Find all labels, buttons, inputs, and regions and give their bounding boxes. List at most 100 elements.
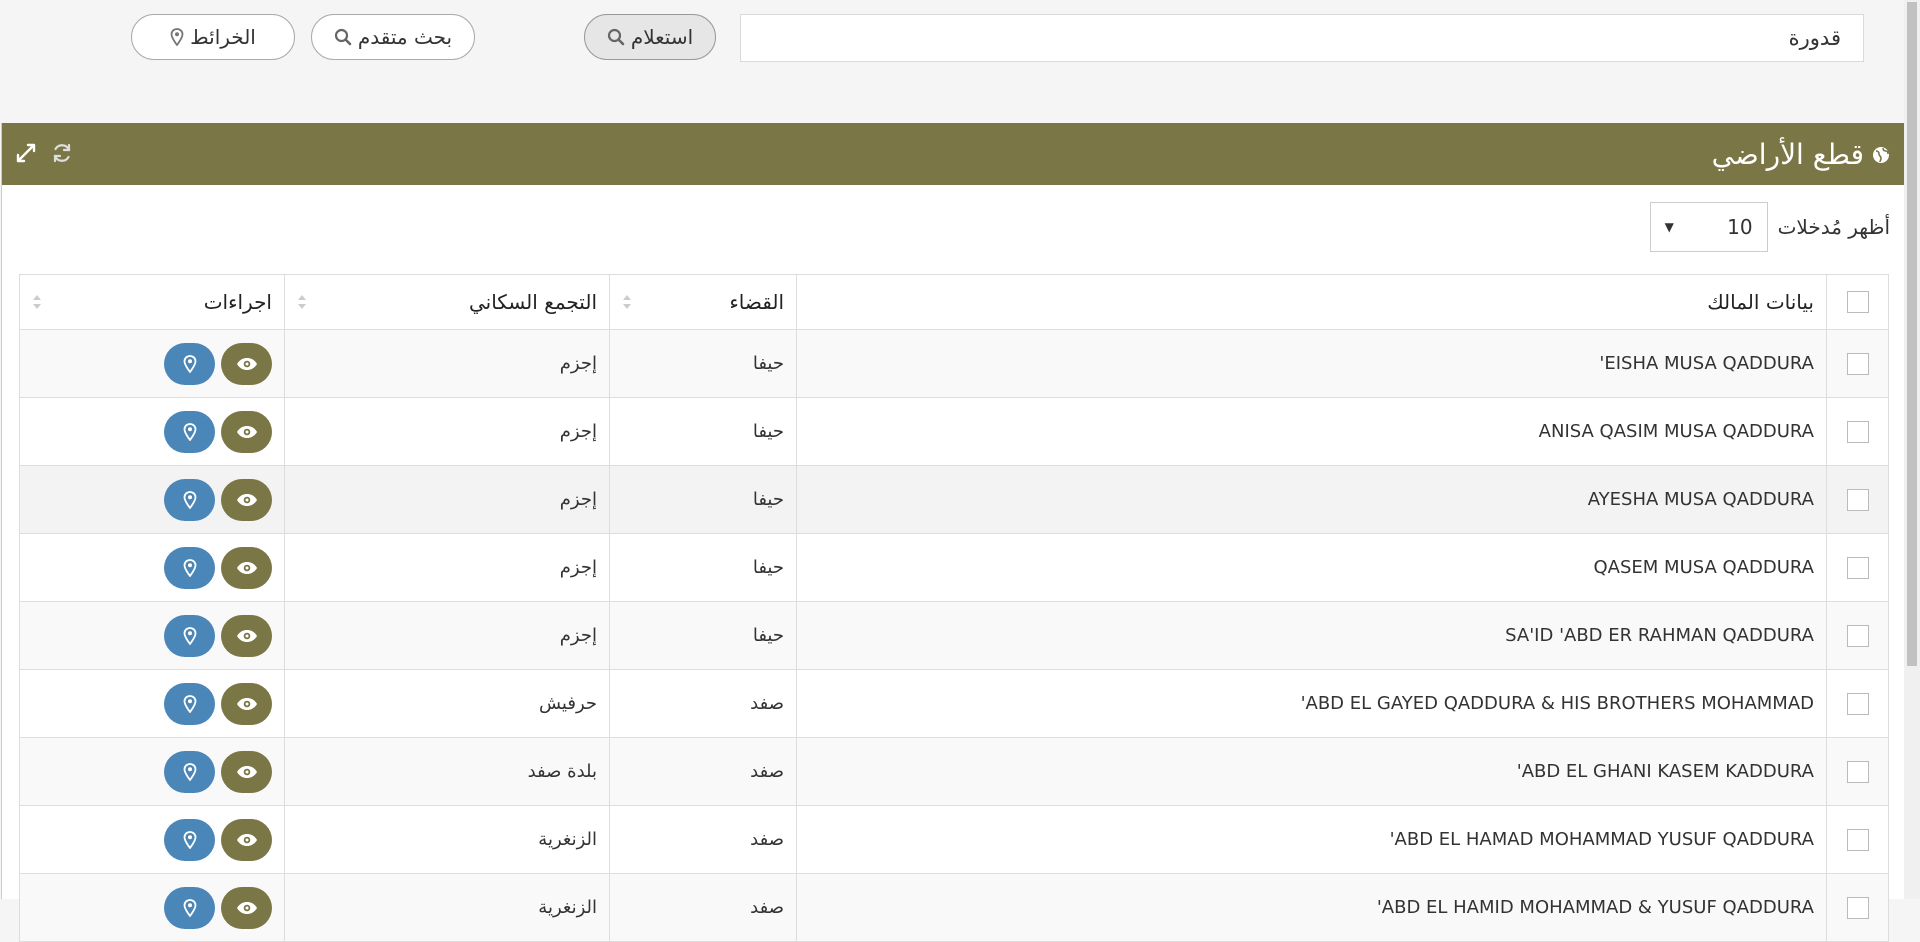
table-row: ABD EL GAYED QADDURA & HIS BROTHERS MOHA… <box>19 669 1889 738</box>
header-district[interactable]: القضاء <box>609 274 797 330</box>
map-marker-icon <box>183 422 196 441</box>
map-location-button[interactable] <box>164 886 215 929</box>
search-input[interactable] <box>740 14 1864 62</box>
row-checkbox[interactable] <box>1846 488 1869 511</box>
select-all-checkbox[interactable] <box>1846 291 1869 313</box>
row-checkbox[interactable] <box>1846 420 1869 443</box>
view-button[interactable] <box>221 478 272 521</box>
map-marker-icon <box>183 354 196 373</box>
actions-cell <box>19 601 285 670</box>
actions-cell <box>19 737 285 806</box>
page-length-control: أظهر مُدخلات 10 ▼ <box>1649 201 1890 253</box>
owner-cell: ABD EL HAMAD MOHAMMAD YUSUF QADDURA' <box>796 805 1827 874</box>
header-owner-label: بيانات المالك <box>1707 290 1814 314</box>
map-location-button[interactable] <box>164 342 215 385</box>
row-checkbox[interactable] <box>1846 624 1869 647</box>
table-row: ABD EL HAMID MOHAMMAD & YUSUF QADDURA' ص… <box>19 873 1889 942</box>
search-icon <box>607 28 625 46</box>
map-marker-icon <box>183 830 196 849</box>
owner-cell: ABD EL GAYED QADDURA & HIS BROTHERS MOHA… <box>796 669 1827 738</box>
row-select-cell <box>1826 533 1889 602</box>
map-location-button[interactable] <box>164 614 215 657</box>
table-row: SA'ID 'ABD ER RAHMAN QADDURA حيفا إجزم <box>19 601 1889 670</box>
expand-icon[interactable] <box>14 141 38 165</box>
district-cell: صفد <box>609 737 797 806</box>
row-checkbox[interactable] <box>1846 352 1869 375</box>
select-all-cell <box>1826 274 1889 330</box>
district-cell: حيفا <box>609 397 797 466</box>
row-checkbox[interactable] <box>1846 896 1869 919</box>
locality-cell: إجزم <box>284 533 610 602</box>
map-location-button[interactable] <box>164 410 215 453</box>
refresh-icon[interactable] <box>50 141 74 165</box>
actions-cell <box>19 805 285 874</box>
view-button[interactable] <box>221 818 272 861</box>
eye-icon <box>236 357 257 370</box>
row-select-cell <box>1826 465 1889 534</box>
row-select-cell <box>1826 873 1889 942</box>
eye-icon <box>236 493 257 506</box>
row-select-cell <box>1826 669 1889 738</box>
actions-cell <box>19 533 285 602</box>
actions-cell <box>19 465 285 534</box>
map-marker-icon <box>183 558 196 577</box>
row-checkbox[interactable] <box>1846 556 1869 579</box>
owner-cell: ABD EL GHANI KASEM KADDURA' <box>796 737 1827 806</box>
map-location-button[interactable] <box>164 546 215 589</box>
view-button[interactable] <box>221 886 272 929</box>
actions-cell <box>19 329 285 398</box>
maps-button[interactable]: الخرائط <box>131 14 295 60</box>
row-select-cell <box>1826 737 1889 806</box>
top-search-bar: استعلام بحث متقدم الخرائط <box>0 0 1904 122</box>
view-button[interactable] <box>221 614 272 657</box>
eye-icon <box>236 425 257 438</box>
row-select-cell <box>1826 805 1889 874</box>
eye-icon <box>236 629 257 642</box>
query-label: استعلام <box>630 25 694 49</box>
header-locality-label: التجمع السكاني <box>468 290 597 314</box>
view-button[interactable] <box>221 750 272 793</box>
eye-icon <box>236 765 257 778</box>
district-cell: حيفا <box>609 533 797 602</box>
view-button[interactable] <box>221 342 272 385</box>
header-actions[interactable]: اجراءات <box>19 274 285 330</box>
scrollbar-thumb[interactable] <box>1907 2 1917 666</box>
map-location-button[interactable] <box>164 682 215 725</box>
query-button[interactable]: استعلام <box>584 14 716 60</box>
maps-label: الخرائط <box>190 25 256 49</box>
map-marker-icon <box>170 28 184 46</box>
page-length-select[interactable]: 10 ▼ <box>1649 202 1768 252</box>
owner-cell: ABD EL HAMID MOHAMMAD & YUSUF QADDURA' <box>796 873 1827 942</box>
locality-cell: حرفيش <box>284 669 610 738</box>
panel-header: قطع الأراضي <box>2 123 1904 185</box>
view-button[interactable] <box>221 682 272 725</box>
row-select-cell <box>1826 397 1889 466</box>
row-checkbox[interactable] <box>1846 760 1869 783</box>
panel-title-text: قطع الأراضي <box>1711 137 1864 171</box>
view-button[interactable] <box>221 546 272 589</box>
row-checkbox[interactable] <box>1846 828 1869 851</box>
map-location-button[interactable] <box>164 478 215 521</box>
header-actions-label: اجراءات <box>203 290 272 314</box>
map-location-button[interactable] <box>164 818 215 861</box>
search-icon <box>334 28 352 46</box>
header-owner[interactable]: بيانات المالك <box>796 274 1827 330</box>
page-length-value: 10 <box>1727 215 1753 239</box>
table-row: AYESHA MUSA QADDURA حيفا إجزم <box>19 465 1889 534</box>
eye-icon <box>236 901 257 914</box>
district-cell: صفد <box>609 873 797 942</box>
table-row: ABD EL HAMAD MOHAMMAD YUSUF QADDURA' صفد… <box>19 805 1889 874</box>
page-length-label: أظهر مُدخلات <box>1777 215 1890 239</box>
district-cell: حيفا <box>609 601 797 670</box>
map-marker-icon <box>183 490 196 509</box>
map-location-button[interactable] <box>164 750 215 793</box>
locality-cell: الزنغرية <box>284 805 610 874</box>
header-locality[interactable]: التجمع السكاني <box>284 274 610 330</box>
table-row: ABD EL GHANI KASEM KADDURA' صفد بلدة صفد <box>19 737 1889 806</box>
view-button[interactable] <box>221 410 272 453</box>
vertical-scrollbar[interactable] <box>1904 0 1920 899</box>
owner-cell: ANISA QASIM MUSA QADDURA <box>796 397 1827 466</box>
owner-cell: SA'ID 'ABD ER RAHMAN QADDURA <box>796 601 1827 670</box>
advanced-search-button[interactable]: بحث متقدم <box>311 14 475 60</box>
row-checkbox[interactable] <box>1846 692 1869 715</box>
